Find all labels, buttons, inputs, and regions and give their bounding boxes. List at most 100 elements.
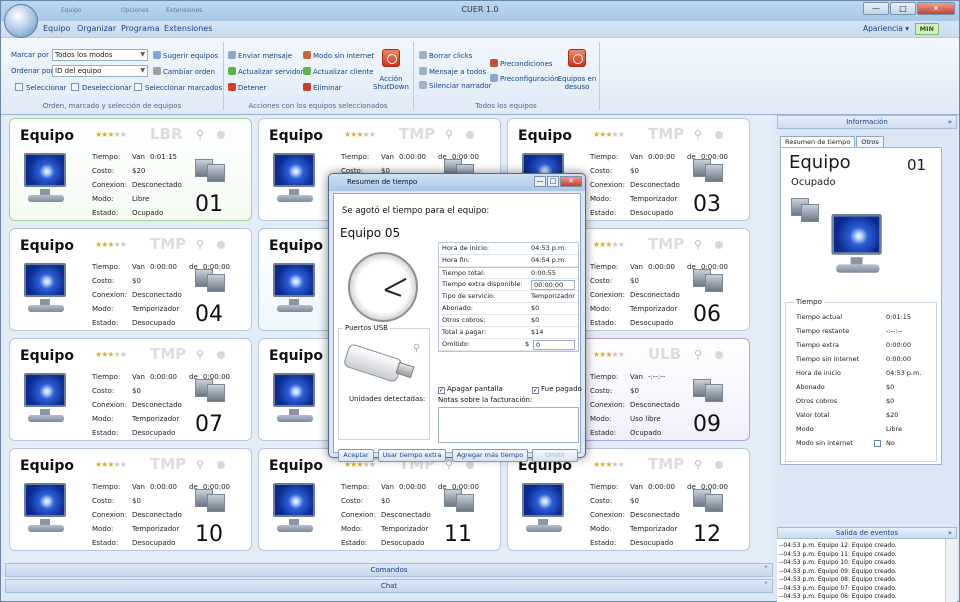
chevron-up-icon[interactable]: ˄ (764, 564, 768, 576)
rating-stars-icon[interactable]: ★★★★★ (593, 460, 625, 469)
borrar-clicks-button[interactable]: Borrar clicks (419, 51, 472, 60)
silenciar-narrador-button[interactable]: Silenciar narrador (419, 81, 492, 90)
card-van-label: Van (381, 483, 394, 491)
notas-textarea[interactable] (438, 407, 579, 443)
rating-stars-icon[interactable]: ★★★★★ (344, 130, 376, 139)
card-costo-label: Costo: (590, 277, 613, 285)
double-chevron-icon[interactable]: » (948, 116, 952, 128)
equipos-desuso-icon[interactable] (568, 49, 586, 67)
info-row-label: Tiempo restante (796, 327, 850, 335)
seleccionar-marcados-button[interactable]: Seleccionar marcados (134, 83, 222, 92)
actualizar-cliente-button[interactable]: Actualizar cliente (303, 67, 373, 76)
info-row-value: Libre (886, 425, 903, 433)
mensaje-todos-button[interactable]: Mensaje a todos (419, 67, 486, 76)
tiempo-extra-input[interactable]: 00:00:00 (531, 280, 575, 290)
events-scrollbar[interactable] (945, 539, 957, 602)
dialog-minimize-button[interactable]: — (534, 176, 546, 187)
apagar-pantalla-checkbox[interactable]: ✓ Apagar pantalla (438, 385, 503, 394)
minimize-button[interactable]: — (863, 2, 889, 15)
shutdown-icon[interactable] (382, 49, 400, 67)
equipos-desuso-label[interactable]: Equipos en desuso (556, 75, 598, 91)
status-dot-icon (217, 131, 225, 139)
modo-sin-internet-button[interactable]: Modo sin internet (303, 51, 374, 60)
accion-shutdown-label[interactable]: Acción ShutDown (371, 75, 411, 91)
ribbon-separator (413, 42, 414, 110)
qat-label-opciones[interactable]: Opciones (121, 7, 149, 14)
maximize-button[interactable]: □ (890, 2, 916, 15)
double-chevron-icon[interactable]: » (948, 528, 952, 538)
qat-label-extensiones[interactable]: Extensiones (166, 7, 202, 14)
omitir-button[interactable]: Omitir (532, 449, 578, 462)
rating-stars-icon[interactable]: ★★★★★ (593, 240, 625, 249)
enviar-mensaje-button[interactable]: Enviar mensaje (228, 51, 292, 60)
deseleccionar-button[interactable]: Deseleccionar (71, 83, 131, 92)
marcar-por-select[interactable]: Todos los modos ▼ (52, 49, 148, 61)
events-header[interactable]: Salida de eventos » (777, 527, 957, 539)
actualizar-servidor-button[interactable]: Actualizar servidor (228, 67, 303, 76)
chat-bar[interactable]: Chat ˄ (5, 579, 773, 593)
rating-stars-icon[interactable]: ★★★★★ (95, 130, 127, 139)
card-number: 12 (693, 522, 721, 547)
dialog-maximize-button[interactable]: □ (547, 176, 559, 187)
refresh-icon (228, 67, 236, 75)
agregar-tiempo-button[interactable]: Agregar más tiempo (452, 449, 528, 462)
equipo-card[interactable]: Equipo ★★★★★ LBR ⚲ Tiempo: Costo: Conexion: Mod… (9, 118, 252, 221)
tab-programa[interactable]: Programa (121, 24, 160, 33)
tab-organizar[interactable]: Organizar (77, 24, 116, 33)
card-modo-value: Temporizador (630, 305, 678, 313)
modo-sin-internet-checkbox[interactable] (874, 440, 881, 447)
eliminar-button[interactable]: Eliminar (303, 83, 342, 92)
apariencia-menu[interactable]: Apariencia ▾ (863, 24, 909, 33)
precondiciones-label: Precondiciones (500, 60, 553, 68)
rating-stars-icon[interactable]: ★★★★★ (95, 460, 127, 469)
equipo-card[interactable]: Equipo★★★★★TMP⚲Tiempo:Costo:Conexion:Mod… (9, 448, 252, 551)
detener-button[interactable]: Detener (228, 83, 266, 92)
tab-equipo[interactable]: Equipo (43, 24, 70, 33)
card-mode-badge: TMP (150, 345, 187, 363)
cambiar-orden-button[interactable]: Cambiar orden (153, 67, 215, 76)
notas-label: Notas sobre la facturación: (438, 396, 533, 404)
ordenar-por-select[interactable]: ID del equipo ▼ (52, 65, 148, 77)
precondition-icon (490, 59, 498, 67)
borrar-clicks-label: Borrar clicks (429, 52, 473, 60)
rating-stars-icon[interactable]: ★★★★★ (95, 350, 127, 359)
omitido-input[interactable]: 0 (533, 340, 575, 350)
seleccionar-button[interactable]: Seleccionar (15, 83, 67, 92)
silenciar-label: Silenciar narrador (429, 82, 492, 90)
card-conexion-value: Desconectado (132, 181, 182, 189)
dialog-close-button[interactable]: ✕ (560, 176, 582, 187)
rating-stars-icon[interactable]: ★★★★★ (95, 240, 127, 249)
usb-icon: ⚲ (196, 128, 205, 141)
fue-pagado-checkbox[interactable]: ✓ Fue pagado (532, 385, 582, 394)
info-panel-header[interactable]: Información » (777, 115, 957, 129)
close-button[interactable]: ✕ (917, 2, 955, 15)
card-estado-label: Estado: (590, 319, 617, 327)
equipo-card[interactable]: Equipo★★★★★TMP⚲Tiempo:Costo:Conexion:Mod… (9, 338, 252, 441)
aceptar-button[interactable]: Aceptar (338, 449, 374, 462)
comandos-bar[interactable]: Comandos ˄ (5, 563, 773, 577)
sugerir-equipos-button[interactable]: Sugerir equipos (153, 51, 218, 60)
equipo-card[interactable]: Equipo★★★★★TMP⚲Tiempo:Costo:Conexion:Mod… (9, 228, 252, 331)
tab-extensiones[interactable]: Extensiones (164, 24, 212, 33)
app-menu-orb-icon[interactable] (4, 4, 38, 38)
gallery-icon (195, 379, 231, 405)
card-modo-label: Modo: (590, 415, 612, 423)
dialog-row-label: Hora fin: (442, 256, 470, 264)
min-badge[interactable]: MIN (914, 23, 939, 35)
card-tiempo-label: Tiempo: (92, 373, 121, 381)
event-line: --04:53 p.m. Equipo 10: Equipo creado. (779, 559, 897, 566)
card-van-label: Van (132, 483, 145, 491)
computer-icon (520, 483, 572, 539)
qat-label-equipo[interactable]: Equipo (61, 7, 82, 14)
equipo-card[interactable]: Equipo★★★★★TMP⚲Tiempo:Costo:Conexion:Mod… (258, 448, 501, 551)
rating-stars-icon[interactable]: ★★★★★ (593, 130, 625, 139)
precondiciones-button[interactable]: Precondiciones (490, 59, 553, 68)
preconfiguracion-button[interactable]: Preconfiguración (490, 74, 559, 83)
rating-stars-icon[interactable]: ★★★★★ (593, 350, 625, 359)
equipo-card[interactable]: Equipo★★★★★TMP⚲Tiempo:Costo:Conexion:Mod… (507, 448, 750, 551)
usb-drive-icon (342, 342, 417, 384)
card-conexion-value: Desconectado (381, 511, 431, 519)
card-title: Equipo (269, 128, 323, 144)
chevron-up-icon[interactable]: ˄ (764, 580, 768, 592)
usar-tiempo-extra-button[interactable]: Usar tiempo extra (378, 449, 446, 462)
